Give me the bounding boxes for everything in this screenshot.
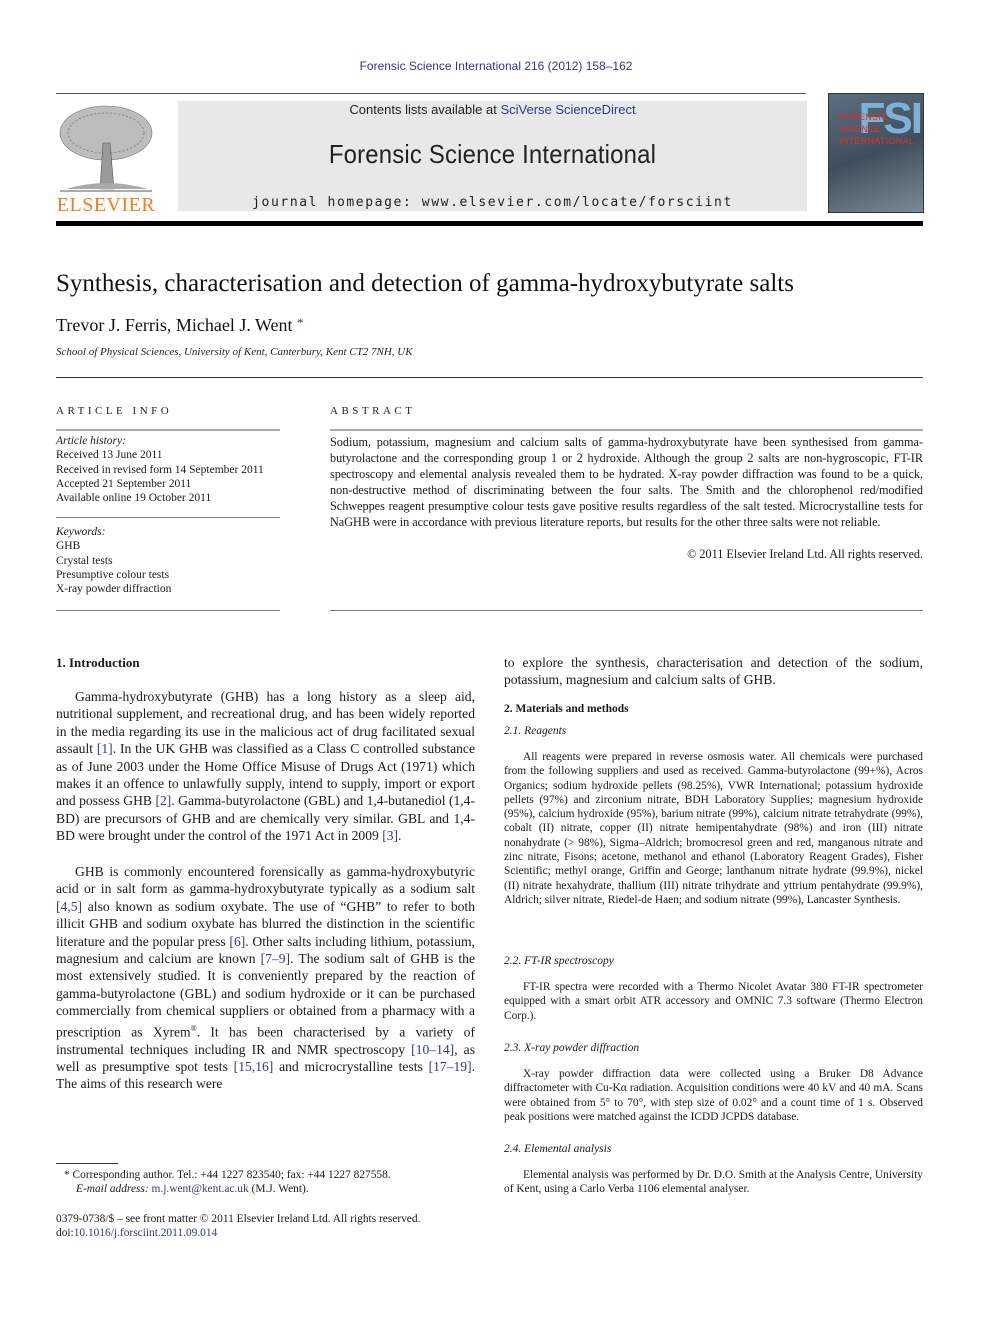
- keywords: Keywords: GHB Crystal tests Presumptive …: [56, 525, 280, 596]
- citation-link[interactable]: [6]: [229, 934, 245, 949]
- keyword: X-ray powder diffraction: [56, 583, 172, 596]
- journal-cover-image: FSI FORENSIC SCIENCE INTERNATIONAL: [828, 93, 924, 213]
- intro-continued: to explore the synthesis, characterisati…: [504, 655, 923, 688]
- footnote-mark: *: [64, 1169, 73, 1181]
- subsection-heading-elemental: 2.4. Elemental analysis: [504, 1143, 612, 1155]
- footnote-rule: [56, 1163, 118, 1164]
- divider: [56, 429, 280, 431]
- citation-link[interactable]: [15,16]: [234, 1059, 274, 1074]
- footnote-email: E-mail address: m.j.went@kent.ac.uk (M.J…: [76, 1182, 486, 1197]
- keyword: Crystal tests: [56, 554, 113, 567]
- article-info-heading: ARTICLE INFO: [56, 405, 173, 417]
- contents-prefix: Contents lists available at: [349, 102, 501, 117]
- cover-line: INTERNATIONAL: [839, 136, 915, 146]
- doi-prefix: doi:: [56, 1227, 74, 1239]
- intro-paragraph-2: GHB is commonly encountered forensically…: [56, 863, 475, 1093]
- article-title: Synthesis, characterisation and detectio…: [56, 270, 794, 297]
- text: GHB is commonly encountered forensically…: [56, 864, 475, 897]
- reagents-paragraph: All reagents were prepared in reverse os…: [504, 751, 923, 906]
- subsection-heading-reagents: 2.1. Reagents: [504, 725, 567, 737]
- citation-link[interactable]: [17–19]: [429, 1059, 472, 1074]
- email-suffix: (M.J. Went).: [248, 1183, 309, 1195]
- ftir-paragraph: FT-IR spectra were recorded with a Therm…: [504, 981, 923, 1022]
- intro-paragraph-1: Gamma-hydroxybutyrate (GHB) has a long h…: [56, 688, 475, 845]
- subsection-heading-xrpd: 2.3. X-ray powder diffraction: [504, 1042, 640, 1054]
- divider: [56, 377, 923, 378]
- header-rule: [56, 93, 806, 94]
- keyword: GHB: [56, 540, 81, 553]
- history-item: Accepted 21 September 2011: [56, 477, 192, 490]
- article-history: Article history: Received 13 June 2011 R…: [56, 434, 280, 505]
- sciencedirect-link[interactable]: SciVerse ScienceDirect: [500, 102, 635, 117]
- front-matter: 0379-0738/$ – see front matter © 2011 El…: [56, 1213, 421, 1225]
- text: and microcrystalline tests: [273, 1059, 429, 1074]
- cover-line: SCIENCE: [839, 124, 882, 134]
- author-list: Trevor J. Ferris, Michael J. Went *: [56, 315, 304, 336]
- cover-line: FORENSIC: [839, 112, 888, 122]
- footnote-text: Corresponding author. Tel.: +44 1227 823…: [72, 1169, 391, 1181]
- abstract-text: Sodium, potassium, magnesium and calcium…: [330, 435, 923, 529]
- history-item: Received in revised form 14 September 20…: [56, 463, 264, 476]
- running-head[interactable]: Forensic Science International 216 (2012…: [0, 59, 992, 73]
- affiliation: School of Physical Sciences, University …: [56, 346, 413, 358]
- authors: Trevor J. Ferris, Michael J. Went: [56, 315, 293, 335]
- citation-link[interactable]: [3]: [382, 828, 398, 843]
- history-label: Article history:: [56, 435, 126, 447]
- section-heading-methods: 2. Materials and methods: [504, 703, 629, 715]
- text: .: [398, 828, 402, 844]
- citation-link[interactable]: [1]: [97, 741, 113, 756]
- masthead-rule: [56, 221, 923, 226]
- doi-line: doi:10.1016/j.forsciint.2011.09.014: [56, 1226, 486, 1241]
- divider: [56, 610, 280, 611]
- citation-link[interactable]: [10–14]: [411, 1042, 454, 1057]
- footnote-corresponding: * Corresponding author. Tel.: +44 1227 8…: [64, 1168, 484, 1183]
- divider: [330, 429, 923, 431]
- doi-link[interactable]: 10.1016/j.forsciint.2011.09.014: [74, 1227, 218, 1239]
- subsection-heading-ftir: 2.2. FT-IR spectroscopy: [504, 955, 614, 967]
- history-item: Available online 19 October 2011: [56, 492, 212, 505]
- abstract-copyright: © 2011 Elsevier Ireland Ltd. All rights …: [687, 547, 923, 561]
- publisher-logo-text: ELSEVIER: [56, 194, 156, 216]
- history-item: Received 13 June 2011: [56, 449, 163, 462]
- abstract-heading: ABSTRACT: [330, 405, 416, 417]
- keyword: Presumptive colour tests: [56, 568, 170, 581]
- corresponding-author-mark[interactable]: *: [297, 315, 304, 330]
- citation-link[interactable]: [4,5]: [56, 899, 82, 914]
- divider: [330, 610, 923, 611]
- section-heading-introduction: 1. Introduction: [56, 655, 140, 670]
- contents-line: Contents lists available at SciVerse Sci…: [178, 102, 807, 117]
- citation-link[interactable]: [2]: [155, 793, 171, 808]
- journal-title: Forensic Science International: [328, 139, 657, 169]
- elemental-paragraph: Elemental analysis was performed by Dr. …: [504, 1169, 923, 1196]
- journal-homepage[interactable]: journal homepage: www.elsevier.com/locat…: [178, 195, 807, 210]
- xrpd-paragraph: X-ray powder diffraction data were colle…: [504, 1068, 923, 1123]
- divider: [56, 517, 280, 518]
- citation-link[interactable]: [7–9]: [261, 951, 290, 966]
- email-link[interactable]: m.j.went@kent.ac.uk: [152, 1183, 249, 1195]
- keywords-label: Keywords:: [56, 526, 106, 538]
- email-label: E-mail address:: [76, 1183, 152, 1195]
